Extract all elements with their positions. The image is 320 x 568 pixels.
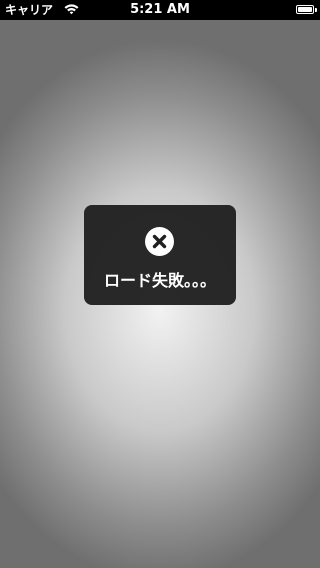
battery-tip	[315, 8, 317, 12]
loading-failed-hud: ロード失敗。。。	[84, 205, 236, 305]
hud-message: ロード失敗。。。	[103, 271, 216, 290]
battery-icon	[296, 5, 314, 14]
battery-level-fill	[298, 7, 312, 12]
close-circle-icon	[145, 227, 174, 256]
status-time: 5:21 AM	[130, 2, 190, 17]
status-bar: キャリア 5:21 AM	[0, 0, 320, 20]
app-screen: キャリア 5:21 AM ロード失敗。。。	[0, 0, 320, 568]
